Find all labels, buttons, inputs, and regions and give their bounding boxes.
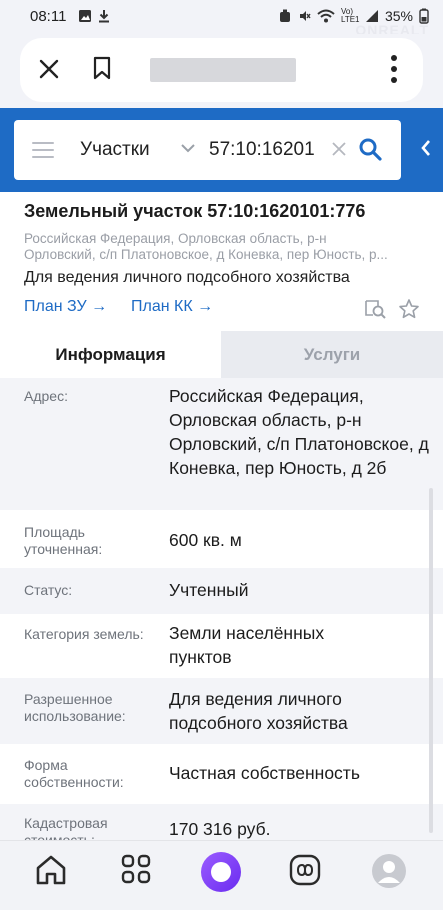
detail-label: Адрес: [24, 388, 68, 404]
detail-row-area: Площадь уточненная: 600 кв. м [0, 510, 443, 568]
url-field-redacted[interactable] [150, 58, 296, 82]
hamburger-menu-icon[interactable] [32, 142, 54, 158]
detail-row-permitted-use: Разрешенное использование: Для ведения л… [0, 678, 443, 744]
map-search-icon[interactable] [364, 298, 388, 320]
wifi-icon [317, 9, 335, 23]
gallery-notification-icon [79, 10, 91, 22]
chevron-left-icon[interactable] [420, 138, 432, 158]
scrollbar[interactable] [429, 488, 433, 833]
detail-label: Кадастровая стоимость: [24, 815, 108, 840]
detail-row-status: Статус: Учтенный [0, 568, 443, 614]
detail-label: Разрешенное использование: [24, 691, 126, 724]
browser-address-pill [20, 38, 423, 102]
detail-value: Российская Федерация, Орловская область,… [169, 386, 429, 478]
detail-value: Учтенный [169, 580, 249, 600]
detail-row-category: Категория земель: Земли населённых пункт… [0, 614, 443, 678]
download-notification-icon [99, 10, 109, 23]
bookmark-icon[interactable] [92, 56, 112, 80]
notification-icons [78, 9, 110, 23]
detail-value: 600 кв. м [169, 530, 242, 550]
detail-value: Для ведения личного подсобного хозяйства [169, 689, 348, 733]
plan-zu-link[interactable]: План ЗУ → [24, 298, 107, 316]
status-time: 08:11 [30, 8, 67, 25]
more-menu-icon[interactable] [390, 54, 398, 84]
parcel-address-line1: Российская Федерация, Орловская область,… [24, 231, 327, 246]
star-icon[interactable] [398, 298, 420, 320]
close-icon[interactable] [38, 58, 60, 80]
search-type-select[interactable]: Участки [80, 139, 150, 161]
alarm-icon [279, 9, 290, 22]
mute-icon [299, 11, 311, 21]
status-bar: 08:11 Vo) LTE1 35% ONREALT [0, 0, 443, 38]
detail-row-ownership: Форма собственности: Частная собственнос… [0, 744, 443, 804]
signal-icon [365, 10, 378, 22]
clear-icon[interactable] [330, 140, 348, 158]
parcel-title: Земельный участок 57:10:1620101:776 [24, 201, 366, 221]
parcel-use: Для ведения личного подсобного хозяйства [24, 269, 350, 286]
plan-kk-link[interactable]: План КК → [131, 298, 213, 316]
alice-assistant-icon[interactable] [200, 851, 242, 893]
home-icon[interactable] [34, 853, 68, 887]
chevron-down-icon[interactable] [180, 142, 196, 154]
search-box: Участки 57:10:16201 [14, 120, 401, 180]
browser-toolbar [0, 34, 443, 108]
detail-value: 170 316 руб. [169, 819, 271, 839]
services-icon[interactable] [288, 853, 322, 887]
detail-label: Форма собственности: [24, 757, 124, 790]
detail-label: Площадь уточненная: [24, 524, 103, 557]
detail-row-cadastral-value: Кадастровая стоимость: 170 316 руб. [0, 804, 443, 840]
apps-grid-icon[interactable] [120, 853, 152, 885]
detail-row-address: Адрес: Российская Федерация, Орловская о… [0, 378, 443, 510]
tab-information[interactable]: Информация [0, 331, 221, 378]
app-header: Участки 57:10:16201 [0, 108, 443, 192]
detail-value: Земли населённых пунктов [169, 623, 325, 667]
tab-services[interactable]: Услуги [221, 331, 443, 378]
detail-label: Статус: [24, 582, 73, 598]
parcel-address-line2: Орловский, с/п Платоновское, д Коневка, … [24, 247, 388, 262]
detail-label: Категория земель: [24, 626, 144, 642]
bottom-nav [0, 840, 443, 910]
detail-value: Частная собственность [169, 763, 360, 783]
avatar[interactable] [371, 853, 407, 889]
search-icon[interactable] [358, 137, 382, 161]
search-input[interactable]: 57:10:16201 [209, 139, 321, 161]
